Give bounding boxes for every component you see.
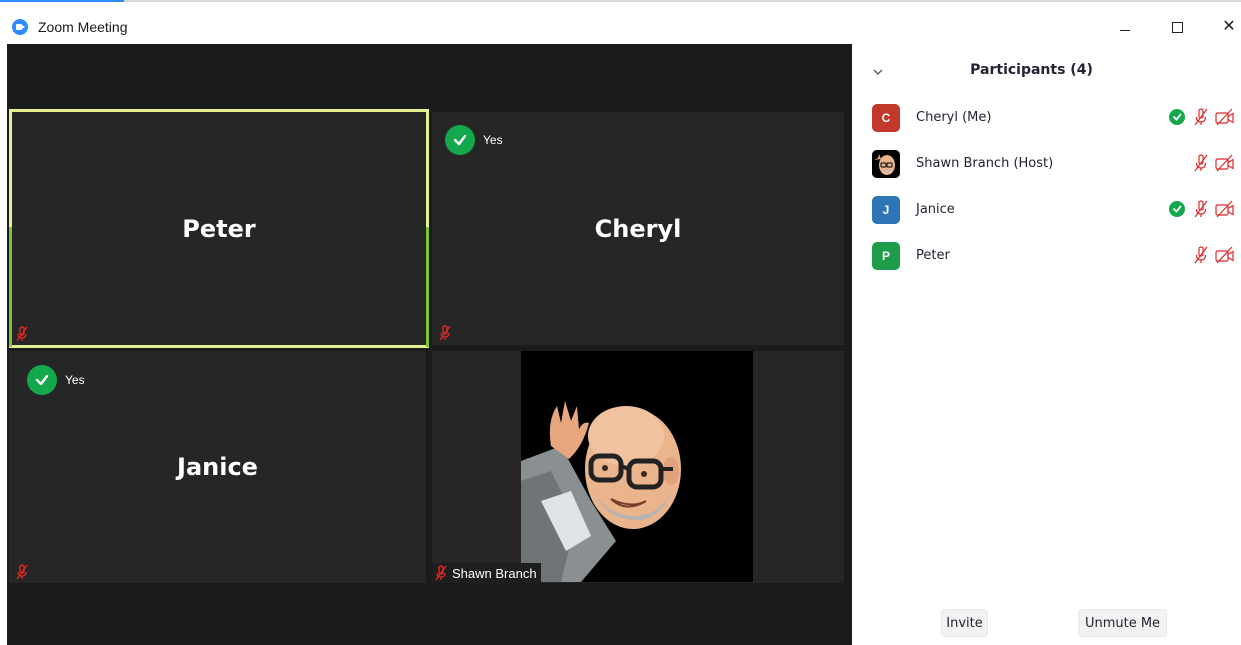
video-tile-peter[interactable]: Peter	[9, 109, 429, 348]
avatar: C	[872, 104, 900, 132]
participant-row[interactable]: J Janice	[852, 195, 1241, 241]
check-icon	[1169, 201, 1185, 217]
video-off-icon[interactable]	[1215, 154, 1235, 172]
avatar	[872, 150, 900, 178]
zoom-logo-icon	[12, 19, 28, 35]
maximize-icon	[1171, 21, 1183, 33]
avatar: P	[872, 242, 900, 270]
check-icon	[1169, 109, 1185, 125]
participants-title: Participants (4)	[970, 62, 1093, 78]
participant-name: Peter	[916, 248, 950, 263]
participant-name: Janice	[916, 202, 955, 217]
title-bar: Zoom Meeting ✕	[0, 0, 1241, 44]
mic-muted-icon[interactable]	[1193, 246, 1209, 264]
video-gallery: Peter Yes Cheryl Yes Janice Shawn Branch	[7, 44, 852, 645]
memoji-avatar-image	[521, 351, 753, 582]
participants-panel: Participants (4) C Cheryl (Me) Shawn Bra…	[852, 44, 1241, 645]
participant-status-icons	[1193, 246, 1235, 264]
close-icon: ✕	[1222, 18, 1236, 35]
participant-row[interactable]: Shawn Branch (Host)	[852, 149, 1241, 195]
participant-name: Shawn Branch (Host)	[916, 156, 1054, 171]
tile-participant-name: Janice	[177, 453, 258, 481]
mic-muted-icon[interactable]	[1193, 154, 1209, 172]
speaker-indicator	[426, 227, 429, 347]
speaker-indicator	[9, 227, 12, 347]
check-icon	[445, 125, 475, 155]
nametag-text: Shawn Branch	[452, 565, 537, 581]
avatar: J	[872, 196, 900, 224]
reaction-yes: Yes	[27, 365, 85, 395]
video-tile-shawn-branch[interactable]: Shawn Branch	[432, 351, 844, 583]
mic-muted-icon	[439, 325, 451, 341]
video-off-icon[interactable]	[1215, 246, 1235, 264]
video-tile-janice[interactable]: Yes Janice	[9, 351, 426, 583]
participant-video-feed	[521, 351, 753, 582]
participant-list: C Cheryl (Me) Shawn Branch (Host) J Jani…	[852, 103, 1241, 287]
participant-row[interactable]: P Peter	[852, 241, 1241, 287]
title-bar-border	[0, 0, 1241, 2]
minimize-button[interactable]	[1110, 14, 1140, 40]
maximize-button[interactable]	[1162, 14, 1192, 40]
video-off-icon[interactable]	[1215, 200, 1235, 218]
memoji-avatar-image	[872, 150, 900, 178]
close-button[interactable]: ✕	[1214, 14, 1241, 40]
participant-name: Cheryl (Me)	[916, 110, 992, 125]
video-tile-cheryl[interactable]: Yes Cheryl	[432, 112, 844, 345]
mic-muted-icon[interactable]	[1193, 200, 1209, 218]
minimize-icon	[1120, 29, 1130, 31]
participant-row[interactable]: C Cheryl (Me)	[852, 103, 1241, 149]
participant-nametag: Shawn Branch	[432, 563, 541, 583]
mic-muted-icon	[435, 565, 447, 581]
title-bar-accent	[0, 0, 124, 2]
mic-muted-icon[interactable]	[1193, 108, 1209, 126]
check-icon	[27, 365, 57, 395]
unmute-me-button[interactable]: Unmute Me	[1078, 609, 1167, 637]
mic-muted-icon	[16, 326, 28, 342]
video-off-icon[interactable]	[1215, 108, 1235, 126]
participant-status-icons	[1193, 154, 1235, 172]
mic-muted-icon	[16, 564, 28, 580]
participant-status-icons	[1169, 108, 1235, 126]
reaction-yes: Yes	[445, 125, 503, 155]
reaction-label: Yes	[483, 133, 503, 147]
invite-button[interactable]: Invite	[941, 609, 988, 637]
tile-participant-name: Peter	[182, 214, 256, 243]
participant-status-icons	[1169, 200, 1235, 218]
window-title: Zoom Meeting	[38, 19, 128, 35]
tile-participant-name: Cheryl	[594, 214, 682, 243]
reaction-label: Yes	[65, 373, 85, 387]
